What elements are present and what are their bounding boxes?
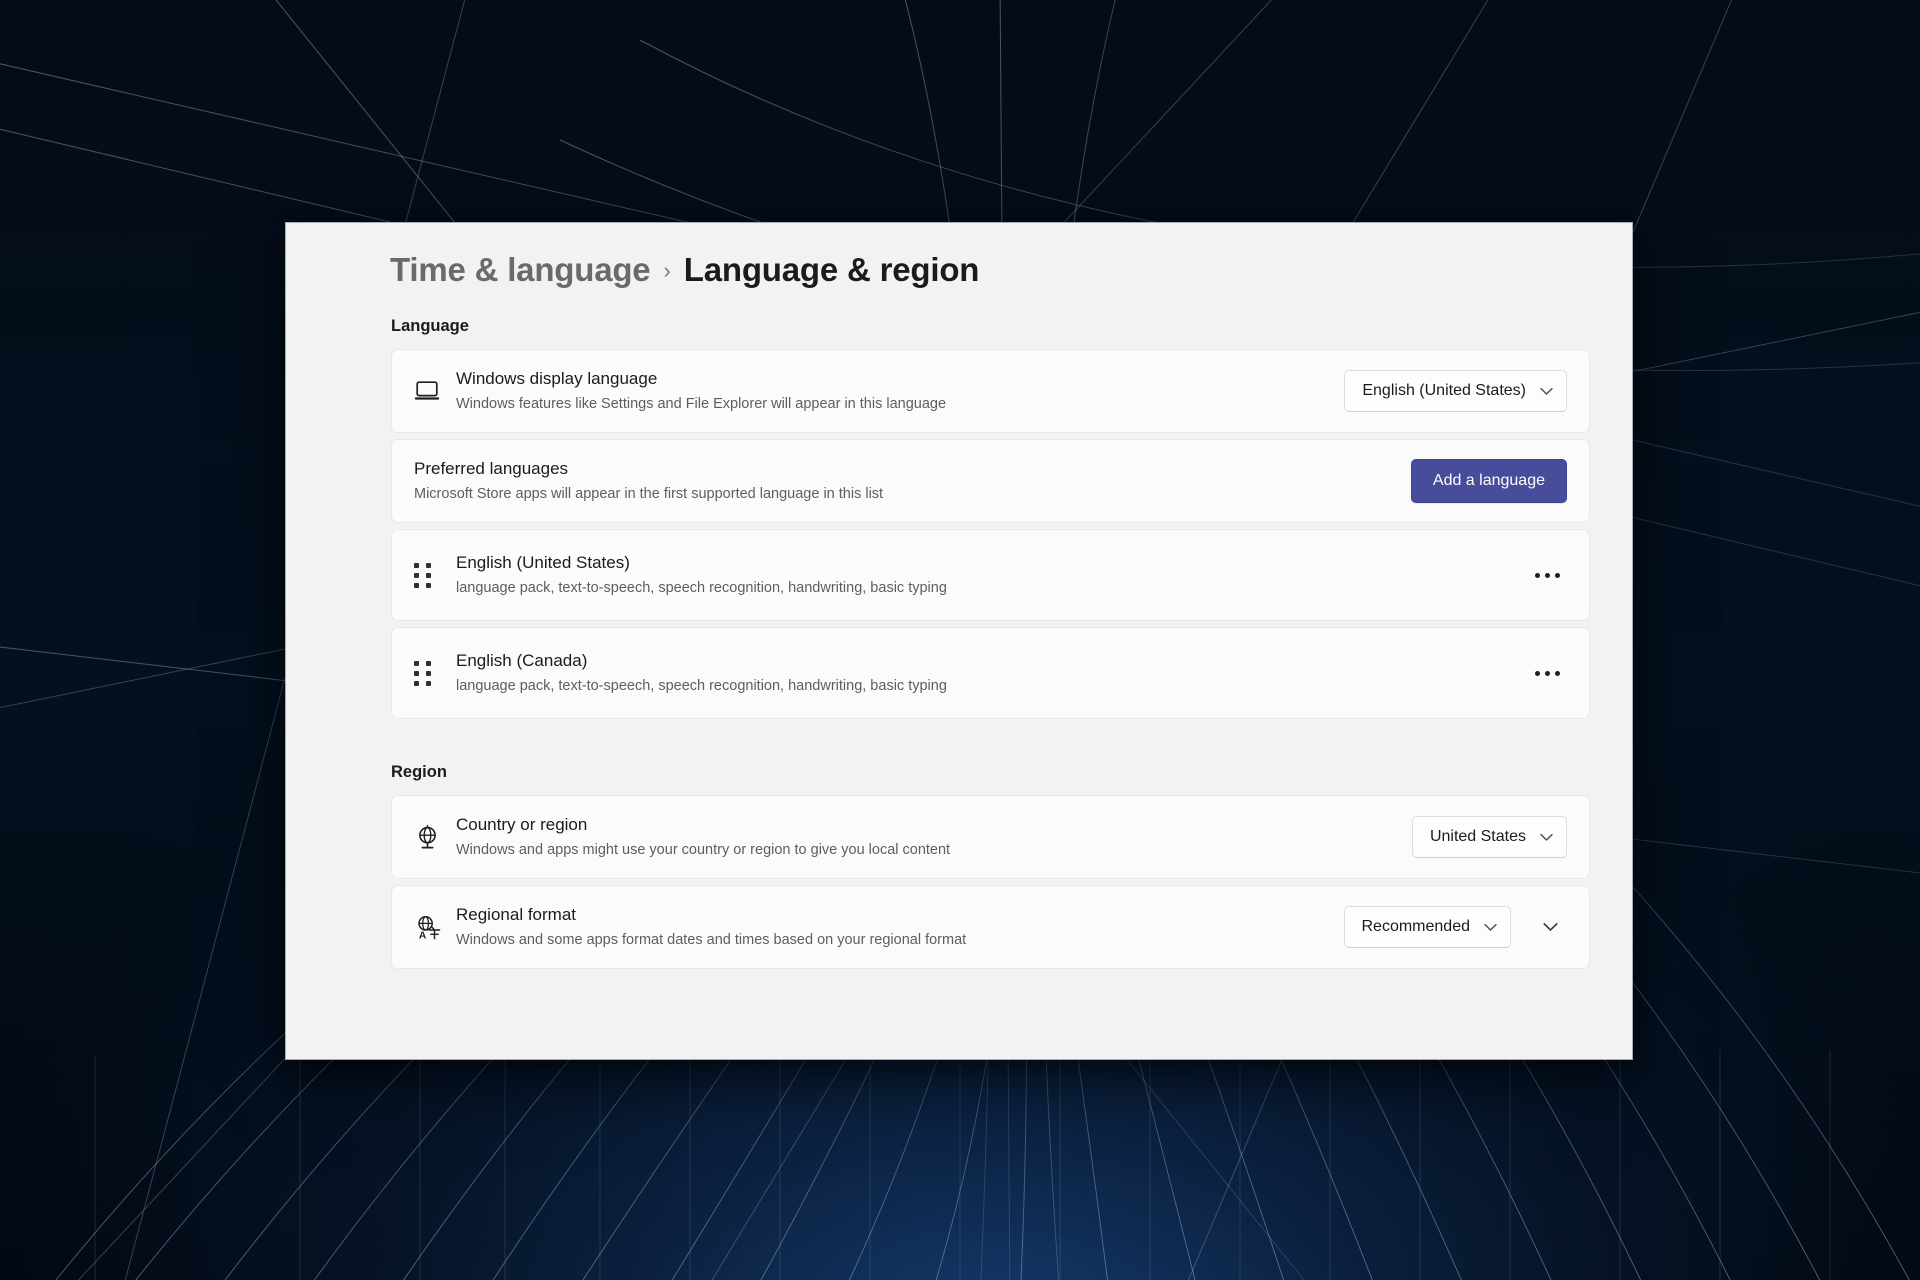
- language-item-features: language pack, text-to-speech, speech re…: [456, 677, 947, 694]
- regional-format-subtitle: Windows and some apps format dates and t…: [456, 931, 967, 948]
- language-item-text: English (United States) language pack, t…: [456, 552, 1527, 598]
- language-list-item[interactable]: English (United States) language pack, t…: [391, 529, 1590, 621]
- windows-display-language-subtitle: Windows features like Settings and File …: [456, 395, 947, 412]
- chevron-down-icon: [1540, 833, 1553, 842]
- region-card-list: Country or region Windows and apps might…: [308, 795, 1610, 969]
- country-or-region-dropdown[interactable]: United States: [1411, 816, 1567, 858]
- drag-handle-icon[interactable]: [414, 562, 456, 588]
- windows-display-language-row[interactable]: Windows display language Windows feature…: [391, 349, 1590, 433]
- laptop-icon: [414, 379, 456, 403]
- drag-handle-icon[interactable]: [414, 660, 456, 686]
- windows-display-language-text: Windows display language Windows feature…: [456, 368, 1344, 414]
- preferred-languages-title: Preferred languages: [414, 458, 569, 478]
- chevron-down-icon: [1540, 387, 1553, 396]
- expand-regional-format-icon[interactable]: [1533, 910, 1567, 944]
- country-or-region-title: Country or region: [456, 814, 588, 834]
- preferred-languages-subtitle: Microsoft Store apps will appear in the …: [414, 485, 884, 502]
- display-language-dropdown-value: English (United States): [1362, 382, 1526, 399]
- country-or-region-subtitle: Windows and apps might use your country …: [456, 841, 951, 858]
- language-card-list: Windows display language Windows feature…: [308, 349, 1610, 719]
- section-heading-region: Region: [391, 763, 447, 781]
- regional-format-row[interactable]: A Regional format Windows and some apps …: [391, 885, 1590, 969]
- regional-format-dropdown-value: Recommended: [1361, 918, 1471, 935]
- regional-format-dropdown[interactable]: Recommended: [1343, 906, 1511, 948]
- preferred-languages-text: Preferred languages Microsoft Store apps…: [414, 458, 1411, 504]
- language-item-name: English (United States): [456, 552, 630, 572]
- language-item-actions: [1527, 558, 1567, 592]
- country-or-region-text: Country or region Windows and apps might…: [456, 814, 1412, 860]
- add-a-language-button[interactable]: Add a language: [1410, 459, 1567, 503]
- language-list-item[interactable]: English (Canada) language pack, text-to-…: [391, 627, 1590, 719]
- breadcrumb: Time & language › Language & region: [308, 223, 1610, 289]
- display-language-dropdown[interactable]: English (United States): [1344, 370, 1567, 412]
- preferred-languages-actions: Add a language: [1410, 459, 1567, 503]
- regional-format-title: Regional format: [456, 904, 577, 924]
- more-options-icon[interactable]: [1527, 656, 1567, 690]
- globe-language-icon: A: [414, 914, 456, 941]
- page-title: Language & region: [683, 251, 980, 288]
- language-item-name: English (Canada): [456, 650, 588, 670]
- country-or-region-dropdown-value: United States: [1429, 828, 1526, 845]
- settings-content-pane: Time & language › Language & region Lang…: [286, 223, 1632, 1059]
- globe-icon: [414, 824, 456, 851]
- windows-display-language-title: Windows display language: [456, 368, 658, 388]
- svg-text:A: A: [419, 930, 427, 941]
- windows-display-language-actions: English (United States): [1344, 370, 1567, 412]
- preferred-languages-row: Preferred languages Microsoft Store apps…: [391, 439, 1590, 523]
- settings-window: Time & language › Language & region Lang…: [285, 222, 1633, 1060]
- breadcrumb-parent-link[interactable]: Time & language: [390, 251, 651, 289]
- language-item-features: language pack, text-to-speech, speech re…: [456, 579, 947, 596]
- regional-format-actions: Recommended: [1343, 906, 1568, 948]
- chevron-right-icon: ›: [663, 258, 671, 283]
- country-or-region-actions: United States: [1411, 816, 1567, 858]
- language-item-text: English (Canada) language pack, text-to-…: [456, 650, 1527, 696]
- regional-format-text: Regional format Windows and some apps fo…: [456, 904, 1344, 950]
- chevron-down-icon: [1484, 923, 1497, 932]
- country-or-region-row[interactable]: Country or region Windows and apps might…: [391, 795, 1590, 879]
- section-heading-language: Language: [391, 317, 469, 335]
- more-options-icon[interactable]: [1527, 558, 1567, 592]
- language-item-actions: [1527, 656, 1567, 690]
